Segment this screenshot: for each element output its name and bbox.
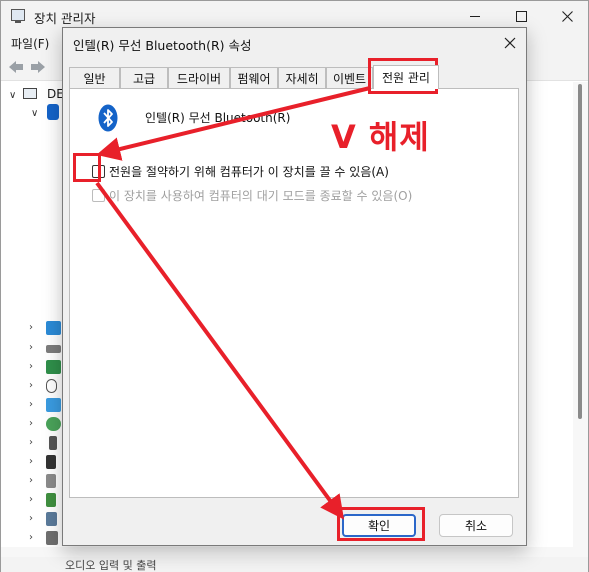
tab-strip: 일반 고급 드라이버 펌웨어 자세히 이벤트 전원 관리 <box>69 65 519 89</box>
disk-icon <box>46 345 61 353</box>
chevron-right-icon: › <box>29 456 33 467</box>
tab-advanced[interactable]: 고급 <box>120 67 168 88</box>
horizontal-scrollbar[interactable] <box>1 547 588 557</box>
checkbox-highlight-box <box>73 153 101 182</box>
mouse-icon <box>46 379 57 393</box>
chevron-right-icon: › <box>29 342 33 353</box>
bluetooth-icon <box>98 104 118 132</box>
device-name: 인텔(R) 무선 Bluetooth(R) <box>145 111 291 125</box>
chevron-right-icon: › <box>29 322 33 333</box>
scrollbar-thumb[interactable] <box>578 84 582 419</box>
menu-file[interactable]: 파일(F) <box>11 35 49 52</box>
chevron-right-icon: › <box>29 418 33 429</box>
vertical-scrollbar[interactable] <box>573 82 588 547</box>
tab-general[interactable]: 일반 <box>69 67 120 88</box>
power-management-panel: 인텔(R) 무선 Bluetooth(R) 전원을 절약하기 위해 컴퓨터가 이… <box>69 88 519 498</box>
back-arrow-icon[interactable] <box>7 59 25 75</box>
chevron-right-icon: › <box>29 437 33 448</box>
chevron-right-icon: › <box>29 532 33 543</box>
bluetooth-icon <box>47 104 59 120</box>
monitor-icon <box>46 398 61 412</box>
close-icon <box>561 10 573 22</box>
chevron-down-icon[interactable]: ∨ <box>9 90 16 101</box>
display-adapter-icon <box>46 360 61 374</box>
dialog-title: 인텔(R) 무선 Bluetooth(R) 속성 <box>73 38 252 53</box>
status-bar: 오디오 입력 및 출력 <box>1 557 588 572</box>
properties-dialog: 인텔(R) 무선 Bluetooth(R) 속성 일반 고급 드라이버 펌웨어 … <box>62 27 527 546</box>
tab-details[interactable]: 자세히 <box>278 67 326 88</box>
cancel-button[interactable]: 취소 <box>439 514 513 537</box>
chevron-right-icon: › <box>29 399 33 410</box>
allow-power-off-label[interactable]: 전원을 절약하기 위해 컴퓨터가 이 장치를 끌 수 있음(A) <box>109 163 389 180</box>
tab-events[interactable]: 이벤트 <box>326 67 373 88</box>
tab-firmware[interactable]: 펌웨어 <box>230 67 278 88</box>
chevron-right-icon: › <box>29 513 33 524</box>
close-button[interactable] <box>544 1 589 31</box>
tab-driver[interactable]: 드라이버 <box>168 67 230 88</box>
forward-arrow-icon[interactable] <box>29 59 47 75</box>
status-text: 오디오 입력 및 출력 <box>65 559 157 572</box>
annotation-label: V 해제 <box>331 118 430 156</box>
allow-power-off-option[interactable]: 전원을 절약하기 위해 컴퓨터가 이 장치를 끌 수 있음(A) <box>92 162 389 180</box>
processor-icon <box>46 455 56 469</box>
port-icon <box>49 436 57 450</box>
ok-highlight-box <box>337 507 425 541</box>
chevron-right-icon: › <box>29 475 33 486</box>
speaker-icon <box>46 474 56 488</box>
window-title: 장치 관리자 <box>34 11 96 26</box>
network-adapter-icon <box>46 417 61 431</box>
tab-power-management[interactable]: 전원 관리 <box>373 65 439 89</box>
system-device-icon <box>46 512 57 526</box>
dialog-close-button[interactable] <box>498 33 522 53</box>
computer-icon <box>23 88 37 99</box>
allow-wake-option: 이 장치를 사용하여 컴퓨터의 대기 모드를 종료할 수 있음(O) <box>92 186 412 204</box>
allow-wake-checkbox <box>92 188 105 202</box>
network-icon <box>46 321 61 335</box>
allow-wake-label: 이 장치를 사용하여 컴퓨터의 대기 모드를 종료할 수 있음(O) <box>109 188 413 203</box>
storage-icon <box>46 493 56 507</box>
close-icon <box>504 37 516 49</box>
chevron-right-icon: › <box>29 380 33 391</box>
chevron-right-icon: › <box>29 361 33 372</box>
chevron-down-icon[interactable]: ∨ <box>31 108 38 119</box>
usb-controller-icon <box>46 531 58 545</box>
device-manager-icon <box>11 9 25 23</box>
chevron-right-icon: › <box>29 494 33 505</box>
